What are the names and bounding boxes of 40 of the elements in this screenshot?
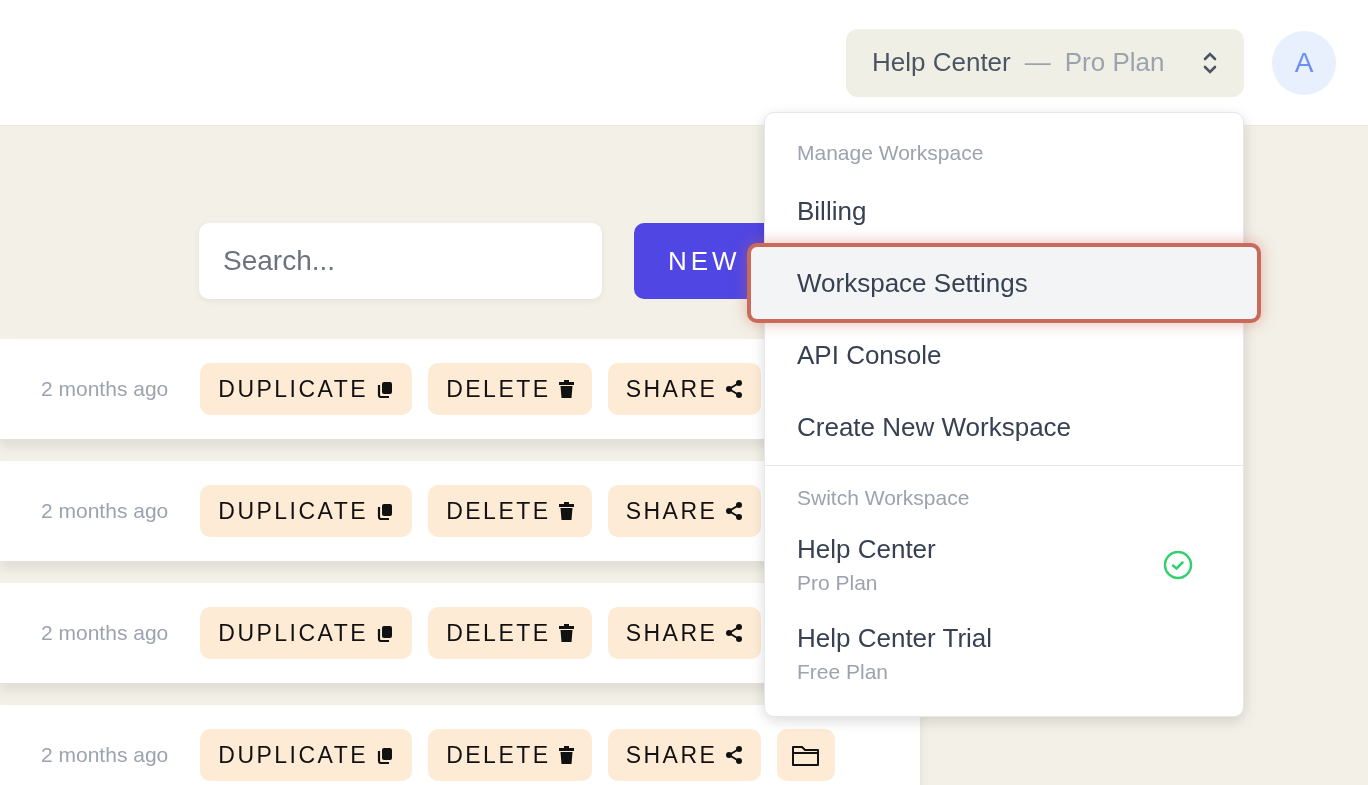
share-button[interactable]: SHARE [607,363,762,415]
workspace-name[interactable]: Help Center Trial [797,623,1193,654]
share-icon [725,623,744,643]
workspace-plan: Free Plan [797,660,890,684]
copy-icon [376,746,395,764]
search-field[interactable]: Search... [199,223,602,299]
share-button[interactable]: SHARE [607,485,762,537]
copy-icon [376,624,395,642]
duplicate-button[interactable]: DUPLICATE [200,485,413,537]
folder-button[interactable] [777,729,836,781]
trash-icon [558,746,574,764]
trash-icon [558,380,574,398]
delete-button[interactable]: DELETE [428,363,592,415]
workspace-name[interactable]: Help Center [797,534,1163,565]
delete-button[interactable]: DELETE [428,729,592,781]
time-text: 2 months ago [41,499,169,523]
share-icon [725,379,744,399]
workspace-switcher[interactable]: Help Center — Pro Plan [846,28,1244,97]
share-icon [725,501,744,521]
delete-button[interactable]: DELETE [428,607,592,659]
trash-icon [558,502,574,520]
duplicate-button[interactable]: DUPLICATE [200,729,413,781]
section-heading: Manage Workspace [796,140,985,166]
section-heading: Switch Workspace [796,485,971,511]
trash-icon [558,624,574,642]
menu-item[interactable]: API Console [765,319,1243,391]
time-text: 2 months ago [41,621,169,645]
time-text: 2 months ago [41,377,169,401]
duplicate-button[interactable]: DUPLICATE [200,607,413,659]
share-button[interactable]: SHARE [607,729,762,781]
folder-icon [791,743,822,767]
menu-item[interactable]: Create New Workspace [765,391,1243,463]
copy-icon [376,380,395,398]
share-button[interactable]: SHARE [607,607,762,659]
share-icon [725,745,744,765]
workspace-plan: Pro Plan [797,571,879,595]
time-text: 2 months ago [41,743,169,767]
delete-button[interactable]: DELETE [428,485,592,537]
duplicate-button[interactable]: DUPLICATE [200,363,413,415]
copy-icon [376,502,395,520]
